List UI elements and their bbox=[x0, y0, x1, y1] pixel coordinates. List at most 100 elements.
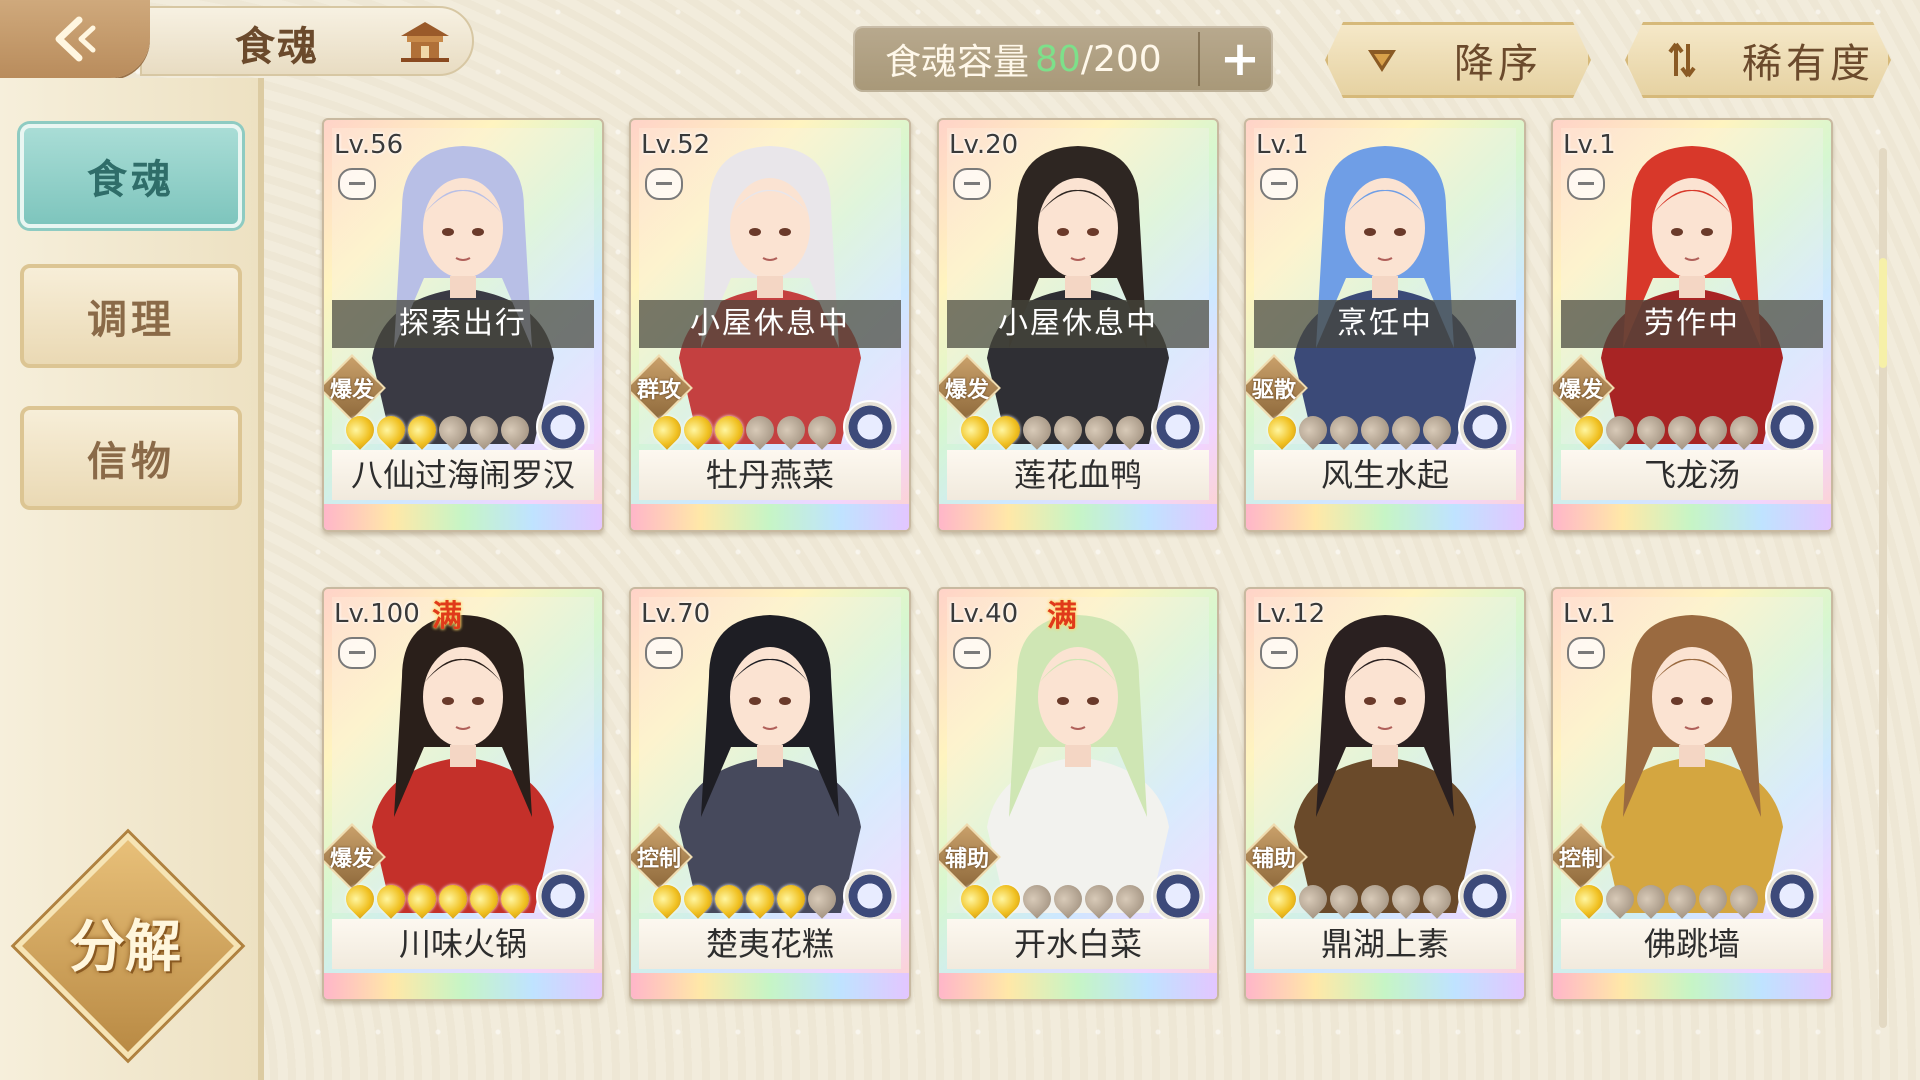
level-label: Lv.56 bbox=[334, 130, 404, 160]
sort-order-button[interactable]: 降序 bbox=[1325, 22, 1591, 98]
scroll-thumb[interactable] bbox=[1879, 258, 1887, 368]
role-label: 辅助 bbox=[1251, 847, 1296, 872]
add-capacity-button[interactable]: + bbox=[1213, 31, 1267, 87]
capacity-max: /200 bbox=[1080, 38, 1162, 80]
lock-toggle-icon[interactable] bbox=[645, 168, 683, 200]
rarity-strip bbox=[324, 504, 602, 530]
role-badge: 驱散 bbox=[1246, 354, 1308, 422]
star-filled-icon bbox=[709, 410, 749, 450]
flower-element-icon bbox=[843, 400, 897, 454]
role-label: 控制 bbox=[636, 847, 681, 872]
character-card[interactable]: Lv.12 辅助 鼎湖上素 bbox=[1244, 587, 1526, 1001]
level-label: Lv.1 bbox=[1256, 130, 1309, 160]
character-card[interactable]: Lv.52 小屋休息中 群攻 牡丹燕菜 bbox=[629, 118, 911, 532]
level-label: Lv.52 bbox=[641, 130, 711, 160]
character-card[interactable]: Lv.56 探索出行 爆发 八仙过海闹罗汉 bbox=[322, 118, 604, 532]
rarity-strip bbox=[1246, 504, 1524, 530]
star-rating bbox=[340, 879, 535, 919]
character-name: 川味火锅 bbox=[332, 919, 594, 969]
sort-by-label: 稀有度 bbox=[1742, 41, 1874, 87]
lock-toggle-icon[interactable] bbox=[1260, 637, 1298, 669]
status-label: 小屋休息中 bbox=[947, 300, 1209, 348]
role-badge: 爆发 bbox=[324, 354, 386, 422]
sort-by-button[interactable]: 稀有度 bbox=[1625, 22, 1891, 98]
star-empty-icon bbox=[1110, 879, 1150, 919]
status-label: 小屋休息中 bbox=[639, 300, 901, 348]
lock-toggle-icon[interactable] bbox=[1567, 637, 1605, 669]
star-filled-icon bbox=[1569, 410, 1609, 450]
lock-toggle-icon[interactable] bbox=[1260, 168, 1298, 200]
sidebar-item-tokens[interactable]: 信物 bbox=[20, 406, 242, 510]
star-empty-icon bbox=[1017, 410, 1057, 450]
house-icon[interactable] bbox=[395, 18, 455, 64]
rarity-strip bbox=[1553, 973, 1831, 999]
character-card[interactable]: Lv.70 控制 楚夷花糕 bbox=[629, 587, 911, 1001]
capacity-label: 食魂容量 bbox=[885, 42, 1030, 83]
level-label: Lv.100 bbox=[334, 599, 420, 629]
lock-toggle-icon[interactable] bbox=[645, 637, 683, 669]
top-bar: 食魂 食魂容量 80 /200 + 降序 稀有度 bbox=[0, 0, 1920, 90]
lock-toggle-icon[interactable] bbox=[1567, 168, 1605, 200]
character-card[interactable]: Lv.1 控制 佛跳墙 bbox=[1551, 587, 1833, 1001]
rarity-strip bbox=[1246, 973, 1524, 999]
star-empty-icon bbox=[1631, 410, 1671, 450]
star-filled-icon bbox=[340, 879, 380, 919]
star-filled-icon bbox=[464, 879, 504, 919]
star-empty-icon bbox=[1048, 410, 1088, 450]
lock-toggle-icon[interactable] bbox=[953, 637, 991, 669]
role-label: 群攻 bbox=[636, 378, 681, 403]
role-label: 爆发 bbox=[329, 847, 374, 872]
capacity-divider bbox=[1198, 32, 1200, 86]
star-filled-icon bbox=[402, 879, 442, 919]
rarity-strip bbox=[939, 973, 1217, 999]
star-filled-icon bbox=[340, 410, 380, 450]
star-filled-icon bbox=[986, 879, 1026, 919]
star-filled-icon bbox=[647, 410, 687, 450]
star-rating bbox=[647, 879, 842, 919]
scrollbar[interactable] bbox=[1879, 148, 1887, 1028]
lock-toggle-icon[interactable] bbox=[338, 168, 376, 200]
level-label: Lv.20 bbox=[949, 130, 1019, 160]
character-card[interactable]: Lv.1 烹饪中 驱散 风生水起 bbox=[1244, 118, 1526, 532]
star-filled-icon bbox=[402, 410, 442, 450]
lock-toggle-icon[interactable] bbox=[338, 637, 376, 669]
sidebar-item-food-souls[interactable]: 食魂 bbox=[20, 124, 242, 228]
role-label: 控制 bbox=[1558, 847, 1603, 872]
star-filled-icon bbox=[433, 879, 473, 919]
back-button[interactable] bbox=[0, 0, 150, 78]
decompose-label[interactable]: 分解 bbox=[40, 902, 210, 983]
star-empty-icon bbox=[1293, 410, 1333, 450]
level-label: Lv.1 bbox=[1563, 130, 1616, 160]
sidebar-item-conditioning[interactable]: 调理 bbox=[20, 264, 242, 368]
star-rating bbox=[1262, 410, 1457, 450]
star-empty-icon bbox=[1386, 879, 1426, 919]
character-card[interactable]: Lv.1 劳作中 爆发 飞龙汤 bbox=[1551, 118, 1833, 532]
star-rating bbox=[1569, 410, 1764, 450]
star-empty-icon bbox=[1110, 410, 1150, 450]
flower-element-icon bbox=[1458, 869, 1512, 923]
max-level-badge: 满 bbox=[1047, 599, 1077, 634]
rarity-strip bbox=[631, 973, 909, 999]
star-empty-icon bbox=[1079, 410, 1119, 450]
lock-toggle-icon[interactable] bbox=[953, 168, 991, 200]
star-rating bbox=[340, 410, 535, 450]
star-empty-icon bbox=[802, 410, 842, 450]
character-card[interactable]: Lv.40 满辅助 开水白菜 bbox=[937, 587, 1219, 1001]
character-card[interactable]: Lv.100 满爆发 川味火锅 bbox=[322, 587, 604, 1001]
character-card[interactable]: Lv.20 小屋休息中 爆发 莲花血鸭 bbox=[937, 118, 1219, 532]
flower-element-icon bbox=[1151, 400, 1205, 454]
role-badge: 群攻 bbox=[631, 354, 693, 422]
flower-element-icon bbox=[1458, 400, 1512, 454]
role-label: 驱散 bbox=[1251, 378, 1296, 403]
character-name: 莲花血鸭 bbox=[947, 450, 1209, 500]
star-filled-icon bbox=[986, 410, 1026, 450]
level-label: Lv.1 bbox=[1563, 599, 1616, 629]
star-filled-icon bbox=[709, 879, 749, 919]
star-empty-icon bbox=[495, 410, 535, 450]
rarity-strip bbox=[324, 973, 602, 999]
star-empty-icon bbox=[1324, 879, 1364, 919]
star-empty-icon bbox=[1631, 879, 1671, 919]
sidebar-item-label: 食魂 bbox=[87, 157, 175, 203]
star-empty-icon bbox=[802, 879, 842, 919]
role-badge: 爆发 bbox=[324, 823, 386, 891]
